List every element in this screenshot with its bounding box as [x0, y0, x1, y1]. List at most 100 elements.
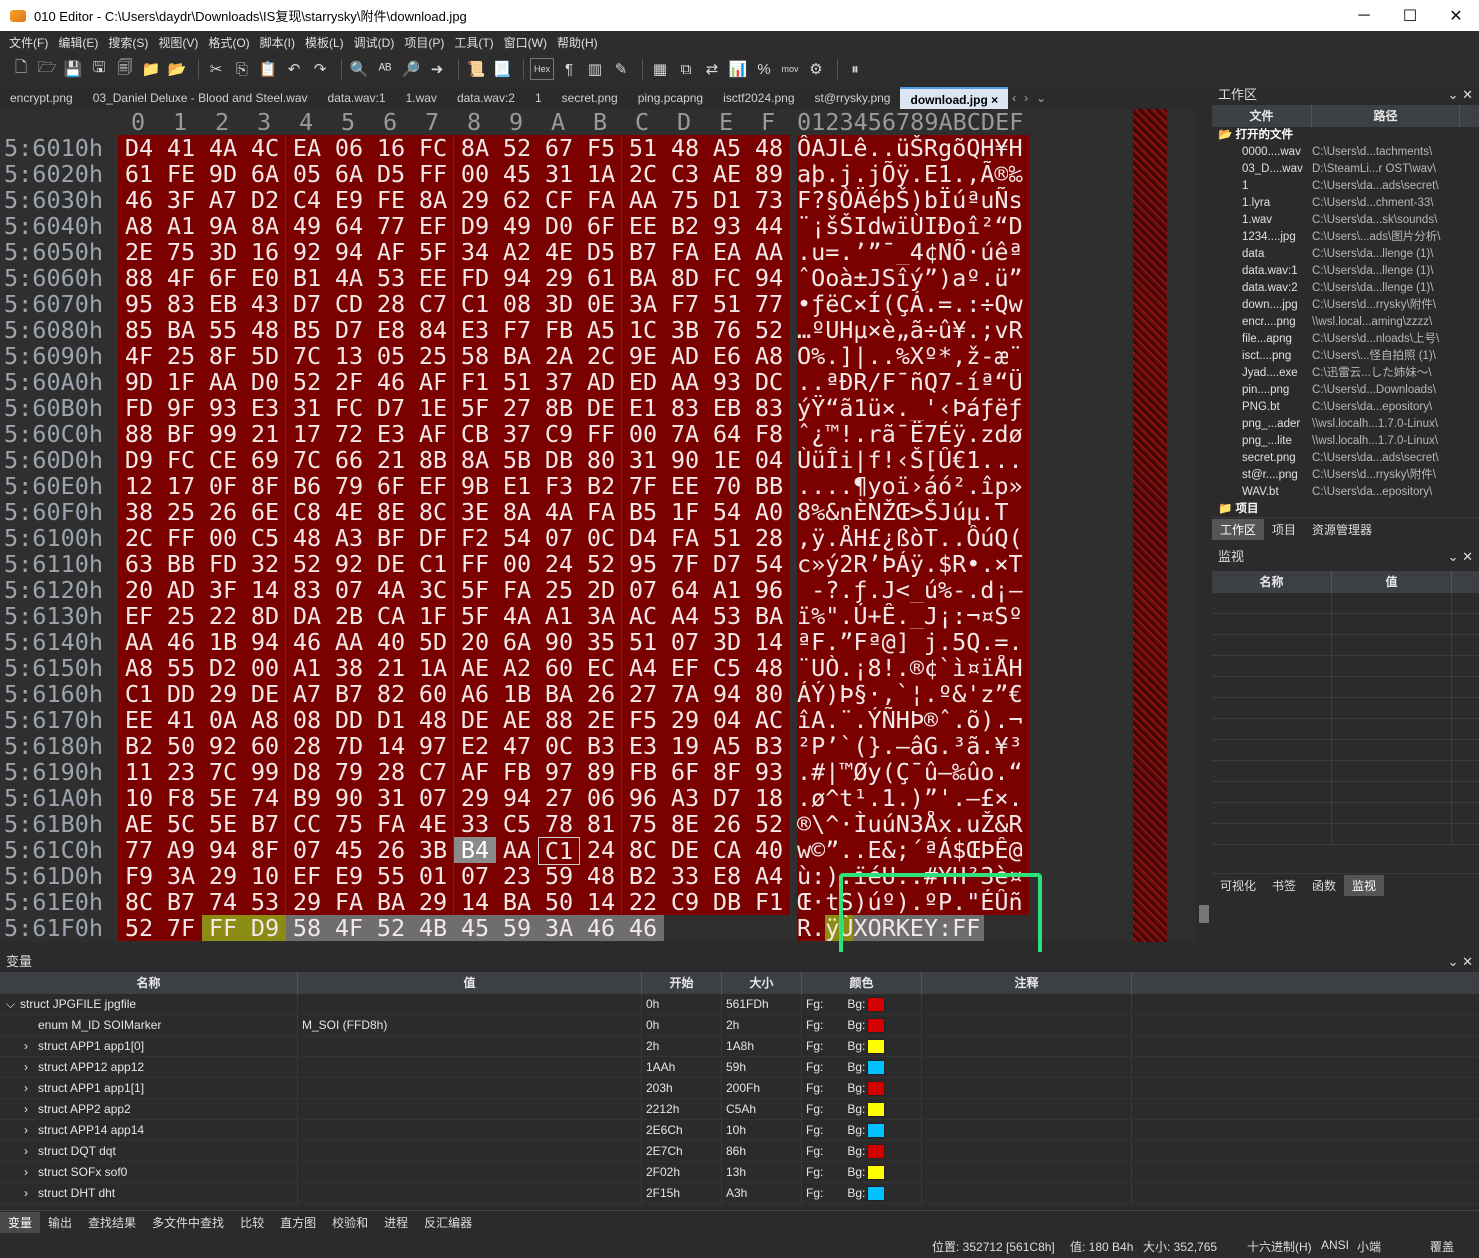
hex-byte[interactable]: 24 [580, 837, 622, 863]
ascii-char[interactable]: ï [896, 473, 910, 499]
ascii-char[interactable]: $ [938, 551, 952, 577]
ascii-char[interactable]: ™ [825, 421, 839, 447]
hex-byte[interactable]: 05 [370, 343, 412, 369]
workspace-file-row[interactable]: secret.png C:\Users\da...ads\secret\ [1212, 450, 1479, 467]
hex-byte[interactable]: 54 [496, 525, 538, 551]
hex-byte[interactable]: DE [580, 395, 622, 421]
hex-byte[interactable]: E2 [454, 733, 496, 759]
hex-byte[interactable]: 59 [538, 863, 580, 889]
ascii-char[interactable]: Q [924, 369, 938, 395]
hex-byte[interactable]: A8 [244, 707, 286, 733]
ascii-char[interactable]: . [853, 161, 867, 187]
hex-byte[interactable]: 3A [622, 291, 664, 317]
ascii-char[interactable]: ™ [839, 759, 853, 785]
hex-byte[interactable]: 6F [664, 759, 706, 785]
hex-byte[interactable]: CE [202, 447, 244, 473]
hex-byte[interactable]: D1 [706, 187, 748, 213]
ascii-char[interactable]: Ý [811, 681, 825, 707]
hex-byte[interactable]: 40 [748, 837, 790, 863]
color-swatch[interactable] [867, 1186, 886, 1202]
hex-byte[interactable]: AA [496, 837, 538, 863]
hex-byte[interactable]: 7A [664, 421, 706, 447]
ascii-char[interactable]: R [1009, 317, 1023, 343]
ascii-char[interactable]: w [882, 213, 896, 239]
hex-byte[interactable]: 77 [748, 291, 790, 317]
ascii-char[interactable]: . [853, 837, 867, 863]
hex-byte[interactable]: 54 [748, 551, 790, 577]
hex-byte[interactable]: 5F [412, 239, 454, 265]
ascii-char[interactable]: ) [938, 265, 952, 291]
variable-row[interactable]: › struct APP12 app12 1AAh 59h Fg: Bg: [0, 1057, 1479, 1078]
new-file-icon[interactable]: 🗋 [10, 58, 32, 80]
hex-byte[interactable]: 2E [118, 239, 160, 265]
hex-byte[interactable]: AF [412, 421, 454, 447]
hex-byte[interactable]: 75 [622, 811, 664, 837]
ascii-char[interactable]: Q [966, 135, 980, 161]
file-tab[interactable]: encrypt.png [0, 87, 83, 109]
ascii-char[interactable]: . [910, 161, 924, 187]
hex-byte[interactable]: 5F [454, 603, 496, 629]
ascii-char[interactable]: ) [910, 785, 924, 811]
hex-byte[interactable]: FE [370, 187, 412, 213]
hex-byte[interactable]: 83 [160, 291, 202, 317]
ascii-char[interactable]: . [952, 161, 966, 187]
ascii-char[interactable]: 8 [868, 655, 882, 681]
ascii-char[interactable]: . [839, 603, 853, 629]
hex-byte[interactable]: 8F [202, 343, 244, 369]
hex-byte[interactable]: 48 [286, 525, 328, 551]
hex-byte[interactable]: C1 [412, 551, 454, 577]
ascii-char[interactable]: N [896, 811, 910, 837]
hex-byte[interactable]: BA [160, 317, 202, 343]
ascii-char[interactable]: ( [853, 733, 867, 759]
tab-list-icon[interactable]: ⌄ [1032, 87, 1050, 109]
hex-byte[interactable]: 28 [286, 733, 328, 759]
swap-icon[interactable]: ⇄ [701, 58, 723, 80]
workspace-file-row[interactable]: 1 C:\Users\da...ads\secret\ [1212, 178, 1479, 195]
ascii-char[interactable]: • [966, 551, 980, 577]
ascii-char[interactable]: * [938, 343, 952, 369]
ascii-char[interactable]: = [825, 239, 839, 265]
ascii-char[interactable]: Q [994, 525, 1008, 551]
ascii-char[interactable]: ‹ [896, 447, 910, 473]
hex-byte[interactable]: 94 [496, 265, 538, 291]
hex-byte[interactable]: 95 [622, 551, 664, 577]
hex-byte[interactable]: F8 [160, 785, 202, 811]
ascii-char[interactable]: µ [966, 499, 980, 525]
hex-byte[interactable]: 9E [622, 343, 664, 369]
ascii-char[interactable]: ` [938, 655, 952, 681]
ascii-char[interactable]: ª [868, 629, 882, 655]
ascii-char[interactable]: ú [980, 239, 994, 265]
ascii-char[interactable]: î [966, 213, 980, 239]
ascii-char[interactable]: “ [994, 213, 1008, 239]
workspace-file-row[interactable]: pin....png C:\Users\d...Downloads\ [1212, 382, 1479, 399]
hex-byte[interactable]: 3A [538, 915, 580, 941]
ascii-char[interactable]: » [1009, 473, 1023, 499]
hex-byte[interactable]: C1 [454, 291, 496, 317]
ascii-char[interactable]: . [896, 395, 910, 421]
ascii-char[interactable]: ( [882, 291, 896, 317]
hex-byte[interactable]: 49 [286, 213, 328, 239]
hex-byte[interactable]: 52 [286, 551, 328, 577]
hex-byte[interactable]: FF [412, 161, 454, 187]
group-project[interactable]: 📁 项目 [1212, 501, 1479, 517]
ascii-char[interactable]: j [868, 161, 882, 187]
color-swatch[interactable] [867, 1039, 886, 1055]
ascii-char[interactable]: U [825, 317, 839, 343]
hex-byte[interactable]: 34 [454, 239, 496, 265]
hex-byte[interactable]: AC [748, 707, 790, 733]
hex-byte[interactable]: 99 [202, 421, 244, 447]
ascii-char[interactable]: × [853, 291, 867, 317]
ascii-char[interactable]: - [952, 577, 966, 603]
col-file[interactable]: 文件 [1212, 105, 1312, 127]
hex-byte[interactable]: 88 [118, 421, 160, 447]
hex-byte[interactable]: EA [286, 135, 328, 161]
ascii-char[interactable]: â [910, 733, 924, 759]
ascii-char[interactable]: ú [980, 525, 994, 551]
ascii-char[interactable]: ü [896, 135, 910, 161]
ascii-char[interactable]: × [868, 317, 882, 343]
expand-icon[interactable]: › [24, 1057, 38, 1077]
hex-byte[interactable]: 79 [328, 759, 370, 785]
ascii-char[interactable]: › [910, 473, 924, 499]
ascii-char[interactable]: O [811, 265, 825, 291]
ascii-char[interactable]: . [938, 629, 952, 655]
